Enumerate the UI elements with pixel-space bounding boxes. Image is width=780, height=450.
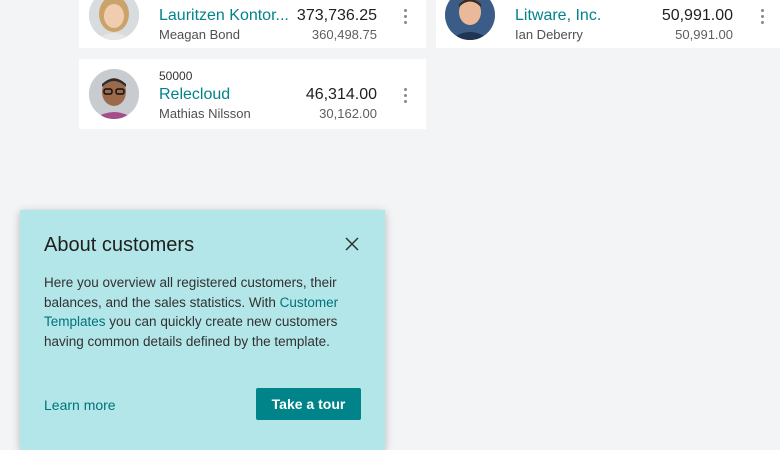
customer-avatar <box>89 0 139 40</box>
customer-balance[interactable]: 373,736.25 <box>297 7 377 25</box>
customer-balance-due[interactable]: 30,162.00 <box>319 106 377 121</box>
more-options-icon[interactable] <box>754 6 770 28</box>
customer-balance[interactable]: 46,314.00 <box>306 86 377 104</box>
teaching-bubble-body: Here you overview all registered custome… <box>44 273 362 351</box>
customer-name-link[interactable]: Litware, Inc. <box>515 7 655 25</box>
customer-card[interactable]: Litware, Inc. Ian Deberry 50,991.00 50,9… <box>436 0 780 48</box>
customer-contact: Mathias Nilsson <box>159 106 251 121</box>
customer-name-link[interactable]: Relecloud <box>159 86 294 104</box>
customer-contact: Meagan Bond <box>159 27 240 42</box>
customer-card[interactable]: 50000 Relecloud Mathias Nilsson 46,314.0… <box>79 59 426 129</box>
teaching-bubble: About customers Here you overview all re… <box>20 210 385 450</box>
customer-contact: Ian Deberry <box>515 27 583 42</box>
close-icon[interactable] <box>342 234 362 254</box>
customer-balance[interactable]: 50,991.00 <box>662 7 733 25</box>
more-options-icon[interactable] <box>397 85 413 107</box>
customer-card[interactable]: Lauritzen Kontor... Meagan Bond 373,736.… <box>79 0 426 48</box>
customer-number: 50000 <box>159 69 193 83</box>
learn-more-link[interactable]: Learn more <box>44 397 116 413</box>
take-a-tour-button[interactable]: Take a tour <box>256 388 361 420</box>
customer-avatar <box>445 0 495 40</box>
customer-balance-due[interactable]: 50,991.00 <box>675 27 733 42</box>
customer-balance-due[interactable]: 360,498.75 <box>312 27 377 42</box>
customer-avatar <box>89 69 139 119</box>
teaching-bubble-title: About customers <box>44 234 195 256</box>
more-options-icon[interactable] <box>397 6 413 28</box>
customer-name-link[interactable]: Lauritzen Kontor... <box>159 7 294 25</box>
